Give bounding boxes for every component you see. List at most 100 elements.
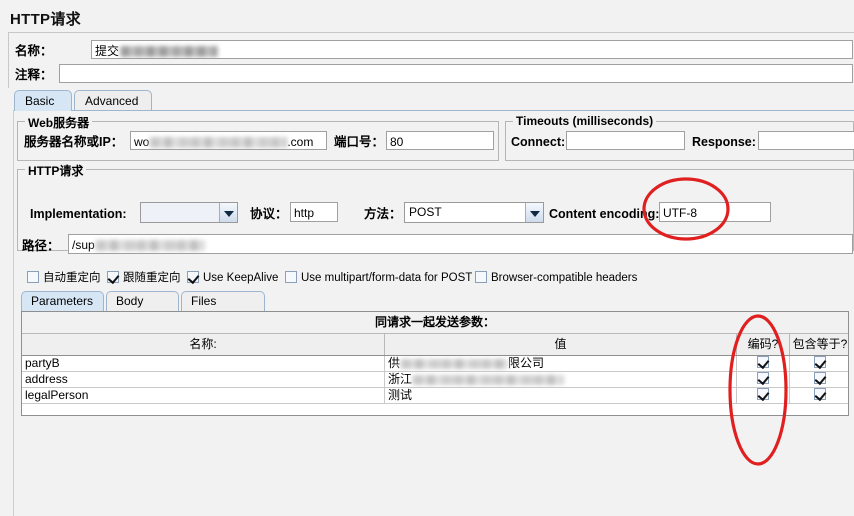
protocol-input[interactable]: http — [290, 202, 338, 222]
port-input[interactable]: 80 — [386, 131, 494, 150]
checkbox-browser-compatible-headers-label: Browser-compatible headers — [491, 272, 638, 284]
protocol-label: 协议： — [250, 207, 288, 221]
checkbox-icon[interactable] — [285, 271, 297, 283]
tab-basic[interactable]: Basic — [14, 90, 72, 111]
checkbox-icon[interactable] — [475, 271, 487, 283]
path-value: /sup — [72, 238, 95, 252]
server-name-redaction — [149, 137, 288, 149]
outer-tabstrip: Basic Advanced — [8, 90, 854, 112]
checkbox-use-keepalive-label: Use KeepAlive — [203, 272, 279, 284]
path-redaction — [94, 240, 205, 252]
http-request-group: HTTP请求 Implementation: 协议： http 方法： POST… — [17, 162, 854, 254]
checkbox-icon[interactable] — [757, 372, 769, 384]
checkbox-icon[interactable] — [757, 388, 769, 400]
connect-timeout-label: Connect: — [511, 135, 566, 149]
response-timeout-input[interactable] — [758, 131, 854, 150]
cell-name[interactable]: partyB — [22, 356, 385, 371]
column-header-encode: 编码? — [737, 334, 790, 355]
content-encoding-value: UTF-8 — [663, 206, 697, 220]
name-input[interactable]: 提交 — [91, 40, 853, 59]
implementation-select[interactable] — [140, 202, 238, 223]
tab-parameters[interactable]: Parameters — [21, 291, 104, 311]
cell-encode[interactable] — [737, 372, 790, 387]
http-request-group-title: HTTP请求 — [25, 162, 87, 179]
cell-value[interactable]: 供 限公司 — [385, 356, 737, 371]
server-name-input[interactable]: wo .com — [130, 131, 327, 150]
port-label: 端口号： — [334, 135, 385, 149]
table-row[interactable]: partyB 供 限公司 — [22, 356, 848, 372]
tab-advanced[interactable]: Advanced — [74, 90, 152, 111]
cell-encode[interactable] — [737, 388, 790, 403]
checkbox-icon[interactable] — [814, 372, 826, 384]
checkbox-icon[interactable] — [814, 356, 826, 368]
cell-value[interactable]: 测试 — [385, 388, 737, 403]
http-request-window: HTTP请求 名称： 提交 注释： Basic Advanced Web服务器 … — [0, 0, 854, 516]
cell-value-prefix: 供 — [388, 356, 401, 370]
inner-tabstrip: Parameters Body Data Files Upload — [21, 291, 849, 327]
checkbox-follow-redirects-label: 跟随重定向 — [123, 272, 181, 284]
checkbox-auto-redirect[interactable]: 自动重定向 — [27, 269, 101, 285]
checkbox-icon[interactable] — [107, 271, 119, 283]
tab-basic-label: Basic — [25, 94, 55, 108]
name-label: 名称： — [15, 44, 53, 58]
checkbox-icon[interactable] — [814, 388, 826, 400]
table-row[interactable]: address 浙江 — [22, 372, 848, 388]
cell-value-prefix: 测试 — [388, 388, 413, 402]
method-label: 方法： — [364, 207, 402, 221]
path-input[interactable]: /sup — [68, 234, 853, 254]
path-label: 路径： — [22, 239, 60, 253]
server-name-suffix: .com — [287, 135, 314, 149]
tab-parameters-label: Parameters — [31, 294, 94, 308]
comment-label: 注释： — [15, 68, 53, 82]
column-header-include-equals: 包含等于? — [792, 337, 848, 351]
parameters-table-caption: 同请求一起发送参数： — [22, 312, 848, 334]
basic-tab-panel: Web服务器 服务器名称或IP： wo .com 端口号： 80 Timeouts… — [8, 110, 854, 516]
tab-files-upload[interactable]: Files Upload — [181, 291, 265, 327]
tab-body-data[interactable]: Body Data — [106, 291, 179, 327]
server-name-label: 服务器名称或IP： — [24, 135, 124, 149]
parameters-table-header: 名称: 值 编码? 包含等于? — [22, 334, 848, 356]
page-title: HTTP请求 — [10, 11, 81, 28]
checkbox-follow-redirects[interactable]: 跟随重定向 — [107, 269, 181, 285]
cell-include-equals[interactable] — [790, 372, 850, 387]
table-row[interactable]: legalPerson 测试 — [22, 388, 848, 404]
content-encoding-input[interactable]: UTF-8 — [659, 202, 771, 222]
tab-advanced-label: Advanced — [85, 94, 139, 108]
cell-value-prefix: 浙江 — [388, 372, 413, 386]
method-select[interactable]: POST — [404, 202, 544, 223]
checkbox-auto-redirect-label: 自动重定向 — [43, 272, 101, 284]
timeouts-group: Timeouts (milliseconds) Connect: Respons… — [505, 114, 854, 161]
cell-encode[interactable] — [737, 356, 790, 371]
comment-input[interactable] — [59, 64, 853, 83]
cell-include-equals[interactable] — [790, 356, 850, 371]
port-value: 80 — [390, 135, 404, 149]
checkbox-icon[interactable] — [27, 271, 39, 283]
response-timeout-label: Response: — [692, 135, 756, 149]
chevron-down-icon[interactable] — [219, 203, 237, 222]
checkbox-use-keepalive[interactable]: Use KeepAlive — [187, 269, 278, 285]
content-encoding-label: Content encoding: — [549, 207, 660, 221]
name-comment-panel: 名称： 提交 注释： — [8, 32, 854, 88]
name-redaction — [120, 46, 219, 58]
cell-name[interactable]: legalPerson — [22, 388, 385, 403]
cell-name[interactable]: address — [22, 372, 385, 387]
checkbox-icon[interactable] — [187, 271, 199, 283]
checkbox-multipart-form-data-label: Use multipart/form-data for POST — [301, 272, 473, 284]
column-header-name: 名称: — [22, 334, 385, 355]
checkbox-multipart-form-data[interactable]: Use multipart/form-data for POST — [285, 269, 472, 285]
checkbox-icon[interactable] — [757, 356, 769, 368]
checkbox-browser-compatible-headers[interactable]: Browser-compatible headers — [475, 269, 637, 285]
implementation-label: Implementation: — [30, 207, 127, 221]
chevron-down-icon[interactable] — [525, 203, 543, 222]
method-value: POST — [409, 205, 442, 219]
cell-value-redaction — [400, 358, 509, 369]
cell-include-equals[interactable] — [790, 388, 850, 403]
column-header-value: 值 — [385, 334, 737, 355]
protocol-value: http — [294, 206, 315, 220]
connect-timeout-input[interactable] — [566, 131, 685, 150]
cell-value[interactable]: 浙江 — [385, 372, 737, 387]
panel-left-gutter — [8, 110, 14, 516]
web-server-group: Web服务器 服务器名称或IP： wo .com 端口号： 80 — [17, 114, 499, 161]
web-server-group-title: Web服务器 — [25, 114, 93, 131]
cell-value-redaction — [412, 374, 565, 385]
